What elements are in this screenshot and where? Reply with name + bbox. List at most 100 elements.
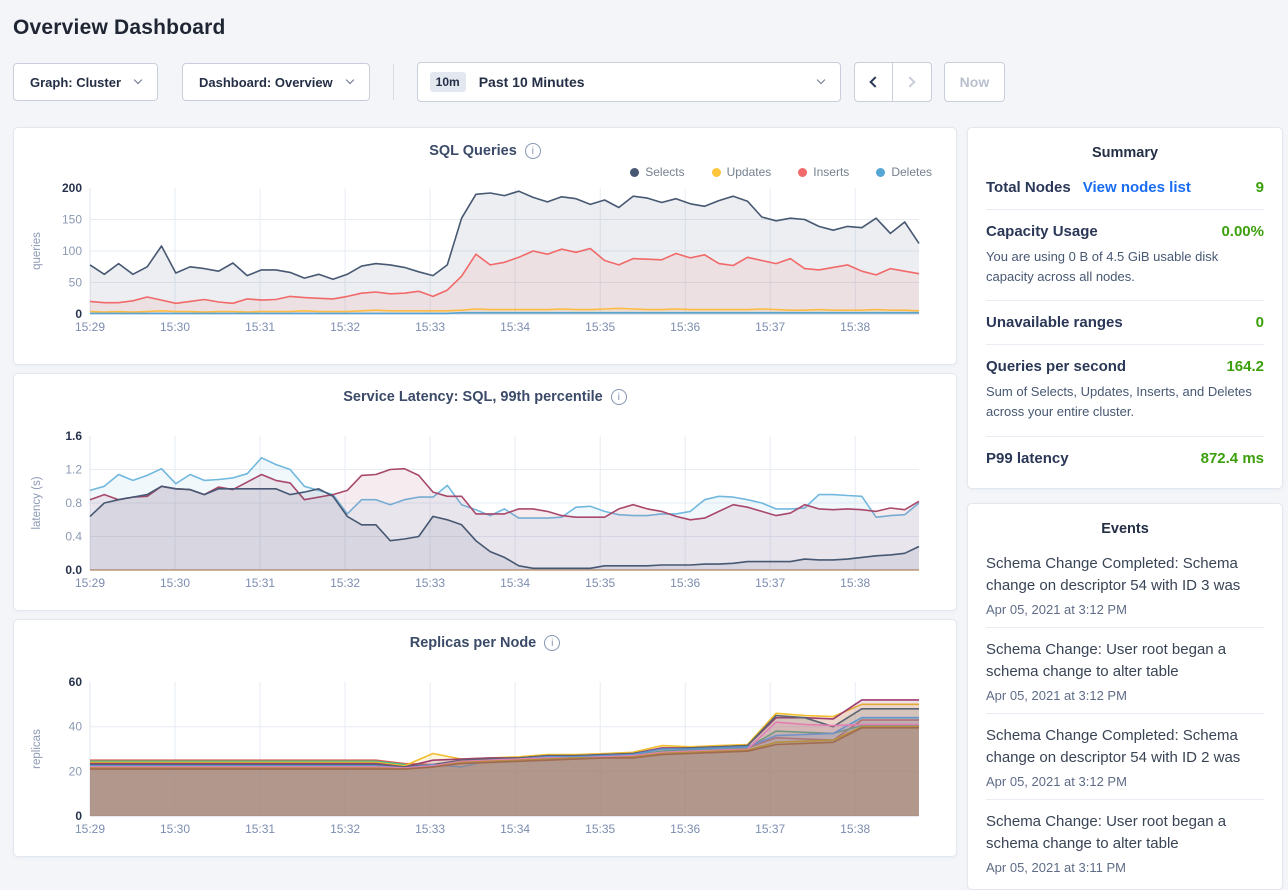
legend-item-inserts: Inserts [798, 165, 849, 179]
event-timestamp: Apr 05, 2021 at 3:11 PM [986, 860, 1264, 875]
svg-text:15:36: 15:36 [670, 576, 700, 590]
event-item[interactable]: Schema Change Completed: Schema change o… [986, 542, 1264, 628]
toolbar: Graph: Cluster Dashboard: Overview 10m P… [13, 62, 1283, 102]
time-range-badge: 10m [430, 72, 466, 92]
svg-text:150: 150 [62, 213, 82, 227]
svg-text:15:32: 15:32 [330, 576, 360, 590]
event-text: Schema Change Completed: Schema change o… [986, 725, 1264, 770]
charts-column: SQL Queries i Selects Updates Inserts [13, 127, 957, 857]
service-latency-chart[interactable]: 0.00.40.81.21.615:2915:3015:3115:3215:33… [26, 430, 946, 596]
graph-dropdown-label: Graph: Cluster [30, 75, 121, 90]
svg-text:0.4: 0.4 [65, 530, 82, 544]
legend-item-updates: Updates [712, 165, 772, 179]
legend-label: Inserts [813, 165, 849, 179]
svg-text:15:36: 15:36 [670, 320, 700, 334]
svg-text:queries: queries [31, 232, 43, 270]
chevron-left-icon [869, 76, 880, 87]
svg-text:15:33: 15:33 [415, 320, 445, 334]
summary-value: 164.2 [1226, 358, 1264, 375]
chart-title-row: Replicas per Node i [26, 632, 944, 654]
event-text: Schema Change: User root began a schema … [986, 639, 1264, 684]
summary-value: 0 [1256, 314, 1264, 331]
summary-description: Sum of Selects, Updates, Inserts, and De… [986, 382, 1264, 422]
toolbar-divider [393, 64, 394, 100]
svg-text:15:34: 15:34 [500, 576, 530, 590]
event-item[interactable]: Schema Change: User root began a schema … [986, 800, 1264, 885]
svg-text:15:34: 15:34 [500, 822, 530, 836]
svg-text:200: 200 [62, 182, 82, 195]
side-column: Summary Total Nodes View nodes list 9 Ca… [967, 127, 1283, 890]
svg-text:15:35: 15:35 [585, 822, 615, 836]
page-title: Overview Dashboard [13, 16, 1283, 40]
service-latency-panel: Service Latency: SQL, 99th percentile i … [13, 373, 957, 611]
summary-value: 9 [1256, 179, 1264, 196]
svg-text:1.2: 1.2 [65, 463, 82, 477]
svg-text:15:31: 15:31 [245, 822, 275, 836]
chart-title-row: SQL Queries i [26, 140, 944, 162]
event-timestamp: Apr 05, 2021 at 3:12 PM [986, 688, 1264, 703]
legend-dot [630, 168, 639, 177]
summary-row-capacity-usage: Capacity Usage 0.00% You are using 0 B o… [986, 210, 1264, 301]
graph-dropdown[interactable]: Graph: Cluster [13, 63, 158, 101]
overview-dashboard-page: Overview Dashboard Graph: Cluster Dashbo… [0, 0, 1288, 890]
svg-text:0.0: 0.0 [65, 563, 82, 577]
time-range-picker[interactable]: 10m Past 10 Minutes [417, 62, 841, 102]
svg-text:60: 60 [69, 676, 83, 689]
time-forward-button[interactable] [893, 62, 932, 102]
event-text: Schema Change: User root began a schema … [986, 811, 1264, 856]
event-timestamp: Apr 05, 2021 at 3:12 PM [986, 774, 1264, 789]
svg-text:15:38: 15:38 [840, 576, 870, 590]
svg-text:15:31: 15:31 [245, 576, 275, 590]
svg-text:15:31: 15:31 [245, 320, 275, 334]
summary-label: P99 latency [986, 450, 1069, 467]
svg-text:15:29: 15:29 [75, 576, 105, 590]
chart-title: SQL Queries [429, 143, 517, 159]
svg-text:15:30: 15:30 [160, 320, 190, 334]
svg-text:15:33: 15:33 [415, 576, 445, 590]
event-item[interactable]: Schema Change Completed: Schema change o… [986, 714, 1264, 800]
chevron-right-icon [905, 76, 916, 87]
svg-text:15:30: 15:30 [160, 576, 190, 590]
chart-title: Service Latency: SQL, 99th percentile [343, 389, 603, 405]
legend-dot [712, 168, 721, 177]
summary-label: Capacity Usage [986, 223, 1098, 240]
svg-text:15:33: 15:33 [415, 822, 445, 836]
info-icon[interactable]: i [525, 143, 541, 159]
summary-panel: Summary Total Nodes View nodes list 9 Ca… [967, 127, 1283, 489]
dashboard-dropdown[interactable]: Dashboard: Overview [182, 63, 370, 101]
event-item[interactable]: Schema Change: User root began a schema … [986, 628, 1264, 714]
svg-text:15:29: 15:29 [75, 320, 105, 334]
summary-description: You are using 0 B of 4.5 GiB usable disk… [986, 247, 1264, 287]
svg-text:15:37: 15:37 [755, 822, 785, 836]
sql-queries-chart[interactable]: 05010015020015:2915:3015:3115:3215:3315:… [26, 182, 946, 340]
legend-label: Selects [645, 165, 684, 179]
summary-row-total-nodes: Total Nodes View nodes list 9 [986, 166, 1264, 210]
sql-queries-panel: SQL Queries i Selects Updates Inserts [13, 127, 957, 365]
events-title: Events [986, 521, 1264, 537]
dashboard-content: SQL Queries i Selects Updates Inserts [13, 127, 1283, 890]
svg-text:15:30: 15:30 [160, 822, 190, 836]
view-nodes-list-link[interactable]: View nodes list [1083, 179, 1191, 196]
svg-text:0.8: 0.8 [65, 496, 82, 510]
info-icon[interactable]: i [544, 635, 560, 651]
replicas-per-node-chart[interactable]: 020406015:2915:3015:3115:3215:3315:3415:… [26, 676, 946, 842]
summary-value: 0.00% [1221, 223, 1264, 240]
legend-dot [798, 168, 807, 177]
chevron-down-icon [816, 76, 824, 84]
info-icon[interactable]: i [611, 389, 627, 405]
svg-text:100: 100 [62, 244, 82, 258]
legend-label: Updates [727, 165, 772, 179]
svg-text:15:32: 15:32 [330, 822, 360, 836]
svg-text:15:29: 15:29 [75, 822, 105, 836]
events-panel: Events Schema Change Completed: Schema c… [967, 503, 1283, 890]
svg-text:0: 0 [75, 307, 82, 321]
chart-legend: Selects Updates Inserts Deletes [26, 162, 944, 182]
legend-item-selects: Selects [630, 165, 684, 179]
summary-row-unavailable-ranges: Unavailable ranges 0 [986, 301, 1264, 345]
now-button[interactable]: Now [944, 62, 1006, 102]
svg-text:15:38: 15:38 [840, 822, 870, 836]
svg-text:20: 20 [69, 764, 83, 778]
time-back-button[interactable] [854, 62, 893, 102]
svg-text:0: 0 [75, 809, 82, 823]
svg-text:15:37: 15:37 [755, 320, 785, 334]
